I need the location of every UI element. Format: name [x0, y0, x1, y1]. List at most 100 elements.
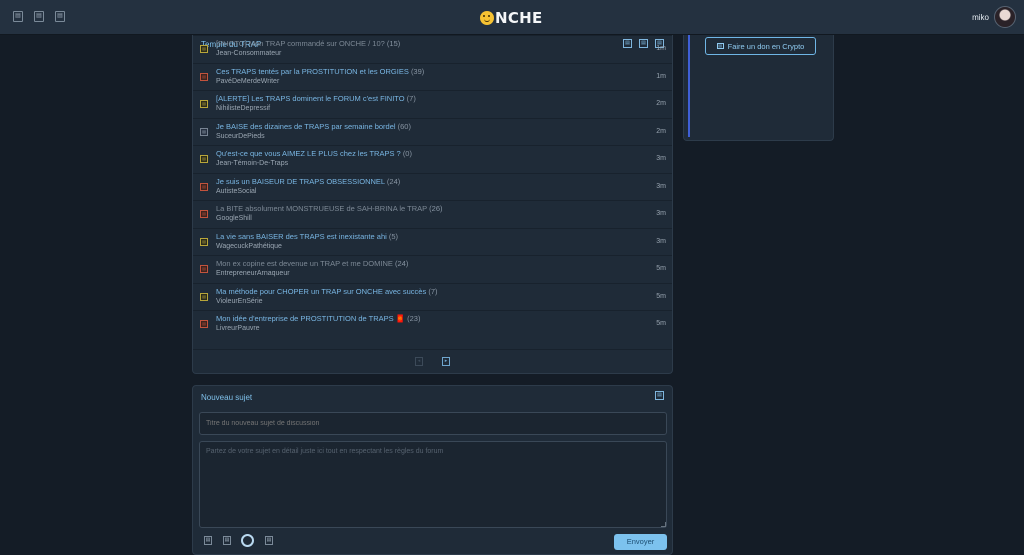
menu-icon[interactable]: ▤	[13, 11, 23, 22]
poll-icon[interactable]: ▤	[265, 536, 273, 545]
pagination: ◂ ▸	[193, 349, 672, 373]
new-topic-options-icon[interactable]: ▤	[655, 391, 664, 400]
topic-reply-count: (24)	[386, 176, 401, 186]
smiley-logo-icon	[480, 11, 494, 25]
topic-author[interactable]: VioleurEnSérie	[216, 298, 263, 305]
topic-row[interactable]: ▤ Ma méthode pour CHOPER un TRAP sur ONCH…	[193, 282, 672, 310]
topic-author[interactable]: AutisteSocial	[216, 188, 256, 195]
resize-handle-icon[interactable]	[661, 522, 666, 527]
onche-logo[interactable]: NCHE	[480, 9, 543, 27]
topic-reply-count: (7)	[428, 286, 438, 296]
topic-reply-count: (0)	[402, 149, 412, 158]
topic-status-icon: ▤	[200, 320, 208, 328]
topic-author[interactable]: PavéDeMerdeWriter	[216, 78, 279, 85]
topic-status-icon: ▤	[200, 292, 208, 301]
new-topic-title: Nouveau sujet	[201, 393, 253, 402]
topic-author[interactable]: LivreurPauvre	[216, 325, 260, 332]
topic-reply-count: (7)	[406, 94, 416, 103]
topic-time: 5m	[656, 292, 666, 300]
logo-text: NCHE	[495, 9, 543, 27]
topic-title: [PHOTO] Mon TRAP commandé sur ONCHE / 10…	[216, 39, 385, 48]
topic-row[interactable]: ▤ [PHOTO] Mon TRAP commandé sur ONCHE / 1…	[193, 35, 672, 62]
topic-status-icon: ▤	[200, 100, 208, 108]
new-topic-panel: Nouveau sujet ▤ Partez de votre sujet en…	[192, 385, 673, 555]
topic-reply-count: (15)	[386, 39, 401, 48]
next-page-icon[interactable]: ▸	[442, 357, 450, 366]
forum-icon[interactable]: ▤	[34, 11, 44, 22]
topic-row[interactable]: ▤ Je suis un BAISEUR DE TRAPS OBSESSIONNE…	[193, 172, 672, 200]
topic-status-icon: ▤	[200, 210, 208, 218]
topic-title-link[interactable]: Ces TRAPS tentés par la PROSTITUTION et …	[216, 67, 424, 76]
wallet-icon: ▤	[716, 43, 724, 49]
topic-time: 3m	[656, 182, 666, 190]
topic-status-icon: ▤	[200, 265, 208, 273]
topic-time: 2m	[656, 100, 666, 107]
topic-title: La BITE absolument MONSTRUEUSE de SAH-BR…	[216, 204, 428, 213]
topic-reply-count: (24)	[395, 259, 409, 268]
topic-body-textarea[interactable]: Partez de votre sujet en détail juste ic…	[199, 441, 667, 528]
topic-title-link[interactable]: [ALERTE] Les TRAPS dominent le FORUM c'e…	[216, 94, 416, 103]
topic-time: 1m	[656, 45, 666, 52]
topic-status-icon: ▤	[200, 237, 208, 246]
topic-status-icon: ▤	[200, 182, 208, 191]
prev-page-icon: ◂	[415, 357, 423, 366]
topic-title-link[interactable]: Je BAISE des dizaines de TRAPS par semai…	[216, 122, 411, 131]
donate-label: Faire un don en Crypto	[727, 41, 805, 51]
topic-status-icon: ▤	[200, 155, 208, 163]
topic-time: 3m	[656, 237, 666, 245]
topic-reply-count: (39)	[410, 66, 425, 76]
avatar[interactable]	[994, 6, 1016, 28]
topic-title-link[interactable]: Mon idée d'entreprise de PROSTITUTION de…	[216, 314, 420, 323]
topic-row[interactable]: ▤ Mon ex copine est devenue un TRAP et me…	[193, 255, 672, 282]
topic-reply-count: (26)	[429, 204, 443, 213]
image-upload-icon[interactable]: ▤	[204, 536, 212, 545]
topic-title: Je BAISE des dizaines de TRAPS par semai…	[216, 121, 396, 131]
topic-status-icon: ▤	[200, 45, 208, 53]
topic-title-link[interactable]: La BITE absolument MONSTRUEUSE de SAH-BR…	[216, 204, 443, 213]
topic-title: Qu'est-ce que vous AIMEZ LE PLUS chez le…	[216, 149, 401, 158]
topic-title-link[interactable]: Je suis un BAISEUR DE TRAPS OBSESSIONNEL…	[216, 177, 400, 186]
sticker-icon[interactable]: ▤	[223, 536, 231, 545]
topic-author[interactable]: NihilisteDepressif	[216, 105, 270, 112]
topic-author[interactable]: Jean-Consommateur	[216, 50, 281, 57]
username: miko	[972, 12, 989, 22]
topic-title: La vie sans BAISER des TRAPS est inexist…	[216, 231, 387, 241]
topic-author[interactable]: Jean-Témoin-De-Traps	[216, 160, 288, 167]
topic-row[interactable]: ▤ Qu'est-ce que vous AIMEZ LE PLUS chez l…	[193, 145, 672, 172]
donate-crypto-button[interactable]: ▤ Faire un don en Crypto	[705, 37, 816, 55]
topic-author[interactable]: WagecuckPathétique	[216, 243, 282, 250]
topic-reply-count: (5)	[388, 231, 399, 241]
topic-time: 5m	[656, 320, 666, 327]
topic-status-icon: ▤	[200, 127, 208, 136]
topic-row[interactable]: ▤ Je BAISE des dizaines de TRAPS par sema…	[193, 117, 672, 145]
topic-title: Ma méthode pour CHOPER un TRAP sur ONCHE…	[216, 286, 427, 296]
topic-title-link[interactable]: Mon ex copine est devenue un TRAP et me …	[216, 259, 408, 268]
topic-row[interactable]: ▤ Ces TRAPS tentés par la PROSTITUTION et…	[193, 62, 672, 90]
topic-title: Mon idée d'entreprise de PROSTITUTION de…	[216, 314, 406, 323]
topic-row[interactable]: ▤ [ALERTE] Les TRAPS dominent le FORUM c'…	[193, 90, 672, 117]
topic-title-input[interactable]	[199, 412, 667, 435]
list-icon[interactable]: ▤	[55, 11, 65, 22]
emoji-icon[interactable]	[241, 534, 254, 547]
topic-title-link[interactable]: Ma méthode pour CHOPER un TRAP sur ONCHE…	[216, 287, 438, 296]
topic-reply-count: (60)	[397, 121, 411, 131]
topic-title: Mon ex copine est devenue un TRAP et me …	[216, 259, 393, 268]
topic-title-link[interactable]: Qu'est-ce que vous AIMEZ LE PLUS chez le…	[216, 149, 412, 158]
topic-time: 3m	[656, 155, 666, 162]
topic-row[interactable]: ▤ Mon idée d'entreprise de PROSTITUTION d…	[193, 310, 672, 337]
topic-author[interactable]: SuceurDePieds	[216, 133, 265, 140]
topic-time: 3m	[656, 210, 666, 217]
topics-panel: Temple du TRAP ▤ ▤ ▤ ▤ [PHOTO] Mon TRAP c…	[192, 35, 673, 374]
topic-time: 2m	[656, 127, 666, 135]
topic-title: [ALERTE] Les TRAPS dominent le FORUM c'e…	[216, 94, 405, 103]
topic-row[interactable]: ▤ La BITE absolument MONSTRUEUSE de SAH-B…	[193, 200, 672, 227]
topic-author[interactable]: GoogleShill	[216, 215, 252, 222]
topic-author[interactable]: EntrepreneurArnaqueur	[216, 270, 290, 277]
topic-title-link[interactable]: La vie sans BAISER des TRAPS est inexist…	[216, 232, 398, 241]
top-bar: ▤ ▤ ▤ NCHE miko	[0, 0, 1024, 35]
user-menu[interactable]: miko	[972, 6, 1016, 28]
send-button[interactable]: Envoyer	[614, 534, 667, 550]
topic-title-link[interactable]: [PHOTO] Mon TRAP commandé sur ONCHE / 10…	[216, 39, 400, 48]
topic-row[interactable]: ▤ La vie sans BAISER des TRAPS est inexis…	[193, 227, 672, 255]
topic-title: Ces TRAPS tentés par la PROSTITUTION et …	[216, 66, 409, 76]
